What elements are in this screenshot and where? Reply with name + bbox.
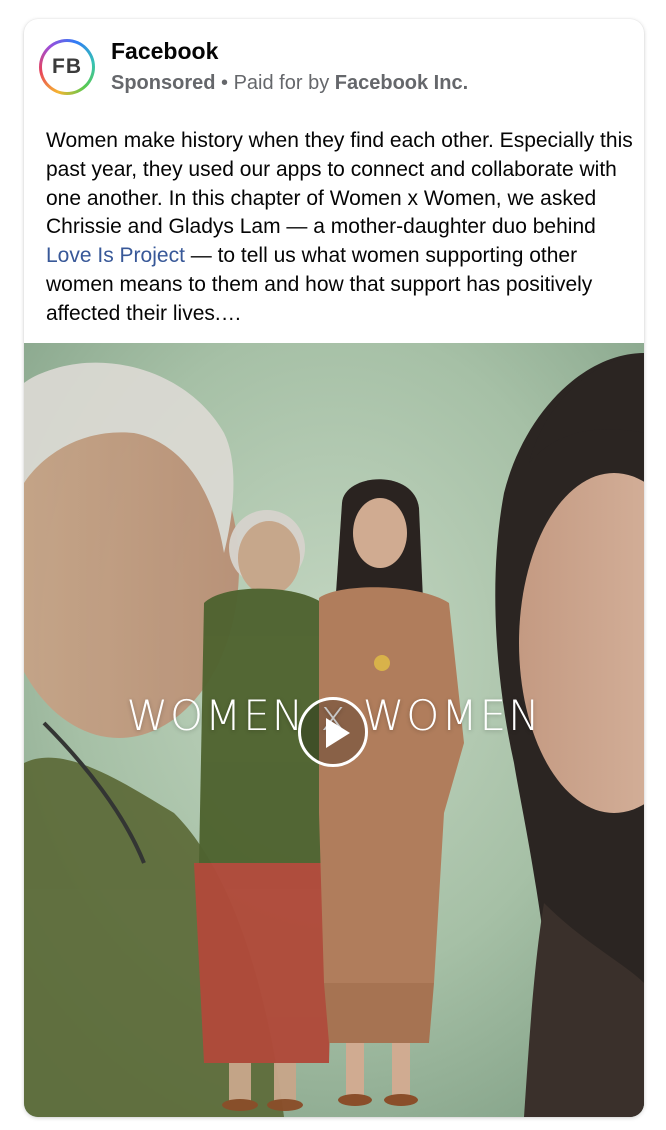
sponsored-post-card: FB Facebook Sponsored • Paid for by Face…: [24, 19, 644, 1117]
post-text-part-1: Women make history when they find each o…: [46, 129, 633, 239]
page-avatar[interactable]: FB: [39, 39, 95, 95]
video-player[interactable]: WOMEN x WOMEN: [24, 343, 644, 1117]
paid-for-by-name[interactable]: Facebook Inc.: [335, 72, 468, 94]
play-button[interactable]: [298, 697, 368, 767]
paid-for-prefix: Paid for by: [233, 72, 330, 94]
standing-mother: [194, 510, 334, 1111]
sponsored-label[interactable]: Sponsored: [111, 72, 215, 94]
avatar-initials: FB: [42, 42, 92, 92]
separator-dot: •: [221, 72, 229, 94]
love-is-project-link[interactable]: Love Is Project: [46, 244, 185, 267]
post-text: Women make history when they find each o…: [46, 127, 636, 329]
post-header: FB Facebook Sponsored • Paid for by Face…: [24, 19, 644, 119]
play-icon: [326, 718, 350, 748]
page-name-link[interactable]: Facebook: [111, 38, 218, 65]
sponsorship-line: Sponsored • Paid for by Facebook Inc.: [111, 72, 468, 95]
